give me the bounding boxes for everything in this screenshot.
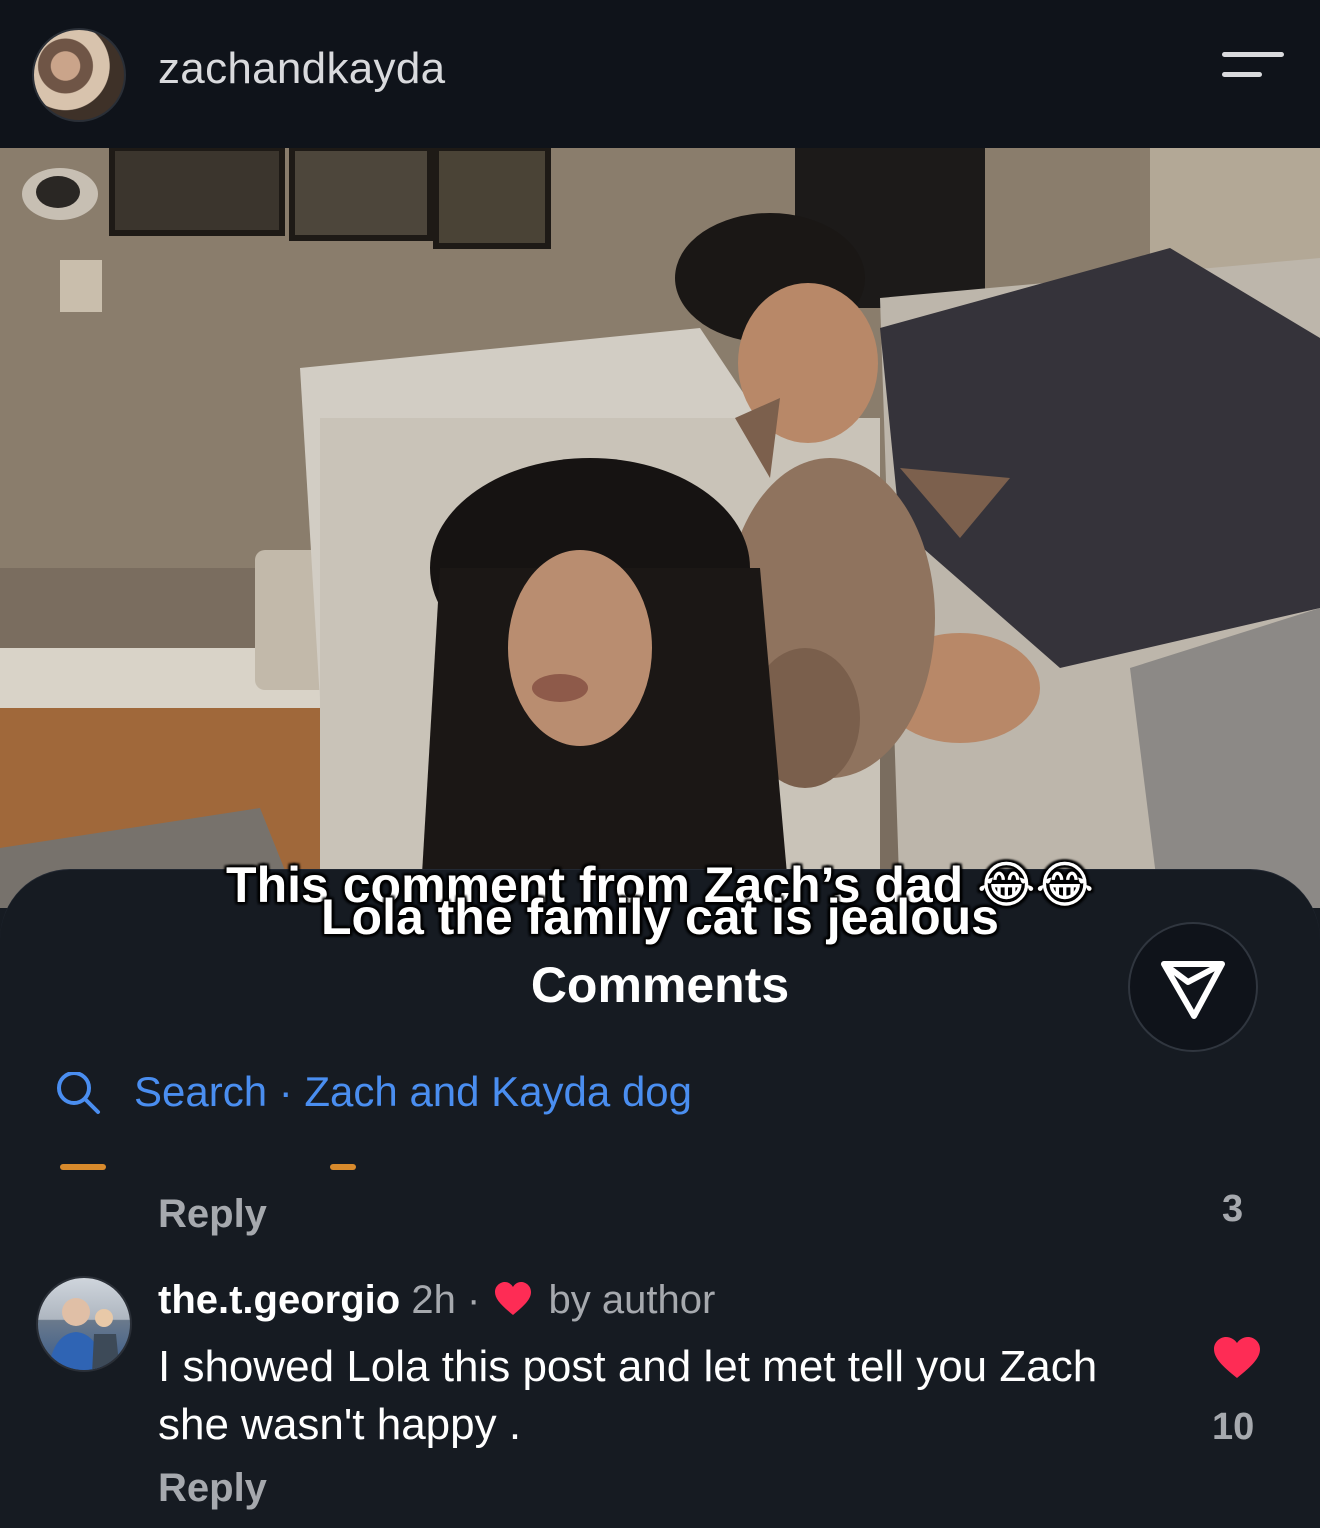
comment-time: 2h xyxy=(411,1278,456,1322)
liked-by-author-label: by author xyxy=(548,1278,716,1322)
emoji-fragment xyxy=(330,1164,356,1170)
video-scene xyxy=(0,148,1320,908)
comment-username[interactable]: the.t.georgio xyxy=(158,1278,400,1322)
like-heart-icon[interactable] xyxy=(1212,1336,1262,1380)
share-send-icon xyxy=(1161,961,1225,1019)
reply-button[interactable]: Reply xyxy=(158,1192,267,1237)
profile-avatar[interactable] xyxy=(32,28,126,122)
comments-title: Comments xyxy=(530,957,790,1013)
top-bar: zachandkayda xyxy=(0,0,1320,148)
search-text: Search · Zach and Kayda dog xyxy=(134,1068,693,1115)
related-search-link[interactable]: Search · Zach and Kayda dog xyxy=(54,1068,814,1124)
video-caption-line-2: Lola the family cat is jealous xyxy=(320,889,999,945)
like-count: 3 xyxy=(1222,1188,1244,1230)
emoji-fragment xyxy=(60,1164,106,1170)
menu-icon[interactable] xyxy=(1216,44,1286,90)
comment-separator: · xyxy=(466,1278,481,1322)
search-icon xyxy=(57,1072,100,1114)
share-button[interactable] xyxy=(1128,922,1258,1052)
commenter-avatar[interactable] xyxy=(36,1276,132,1372)
comment-header: the.t.georgio 2h · by author xyxy=(158,1278,715,1323)
video-frame[interactable] xyxy=(0,148,1320,908)
profile-username[interactable]: zachandkayda xyxy=(158,44,445,94)
comment-like-count: 10 xyxy=(1212,1406,1255,1448)
heart-icon xyxy=(495,1282,532,1316)
comment-reply-button[interactable]: Reply xyxy=(158,1466,267,1511)
avatar-photo xyxy=(48,1298,120,1370)
comment-text: I showed Lola this post and let met tell… xyxy=(158,1342,1098,1449)
